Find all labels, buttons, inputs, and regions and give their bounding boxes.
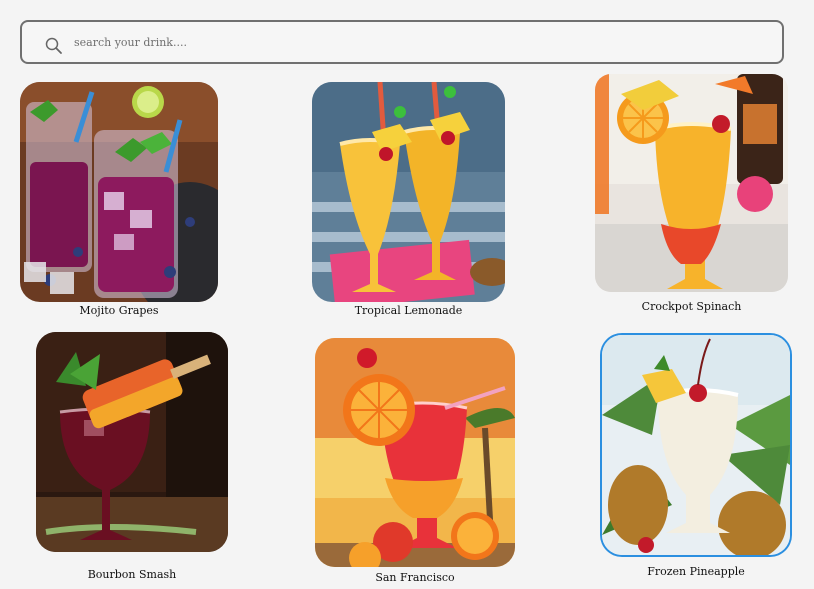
search-input[interactable]	[74, 22, 764, 62]
drink-card-crockpot-spinach[interactable]: Crockpot Spinach	[595, 74, 788, 314]
drink-card-frozen-pineapple[interactable]: Frozen Pineapple	[602, 335, 790, 581]
drink-name: Tropical Lemonade	[354, 304, 463, 317]
drink-image[interactable]	[595, 74, 788, 292]
drink-image[interactable]	[20, 82, 218, 302]
drink-name: Crockpot Spinach	[641, 300, 742, 313]
drink-image[interactable]	[315, 338, 515, 567]
drink-card-tropical-lemonade[interactable]: Tropical Lemonade	[312, 82, 505, 318]
drink-name: Bourbon Smash	[87, 568, 177, 581]
drink-image[interactable]	[602, 335, 790, 555]
drink-name: San Francisco	[375, 571, 455, 584]
drink-card-mojito-grapes[interactable]: Mojito Grapes	[20, 82, 218, 318]
search-bar[interactable]	[20, 20, 784, 64]
drink-card-san-francisco[interactable]: San Francisco	[315, 338, 515, 588]
drink-name: Mojito Grapes	[79, 304, 159, 317]
search-icon[interactable]	[44, 36, 64, 56]
drink-card-bourbon-smash[interactable]: Bourbon Smash	[36, 332, 228, 584]
drink-image[interactable]	[36, 332, 228, 552]
drink-name: Frozen Pineapple	[647, 565, 745, 578]
drink-image[interactable]	[312, 82, 505, 302]
